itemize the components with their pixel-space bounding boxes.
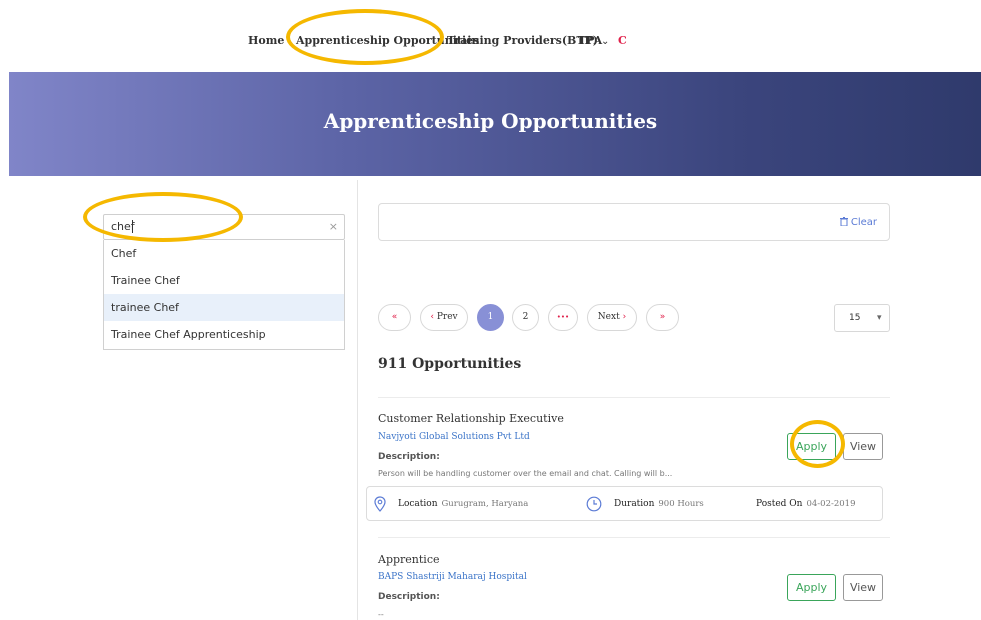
duration-field: Duration 900 Hours (614, 499, 704, 509)
double-right-icon: » (659, 312, 666, 322)
trash-icon (839, 217, 848, 227)
highlight-circle-search (83, 192, 243, 242)
posted-field: Posted On 04-02-2019 (756, 499, 855, 509)
duration-value: 900 Hours (658, 499, 704, 509)
view-button[interactable]: View (843, 574, 883, 601)
apply-button[interactable]: Apply (787, 574, 836, 601)
description-label: Description: (378, 452, 440, 462)
divider (378, 397, 890, 398)
nav-item-partial[interactable]: C (618, 34, 627, 47)
suggestion-item[interactable]: Trainee Chef Apprenticeship (104, 321, 344, 348)
posted-value: 04-02-2019 (806, 499, 856, 509)
chevron-left-icon: ‹ (430, 312, 434, 322)
page-title: Apprenticeship Opportunities (323, 109, 658, 133)
location-field: Location Gurugram, Haryana (398, 499, 528, 509)
company-link[interactable]: BAPS Shastriji Maharaj Hospital (378, 572, 527, 582)
column-divider (357, 180, 358, 620)
clear-search-icon[interactable]: × (329, 220, 338, 233)
first-page-button[interactable]: « (378, 304, 411, 331)
divider (378, 537, 890, 538)
chevron-right-icon: › (622, 312, 627, 322)
location-pin-icon (374, 496, 386, 512)
last-page-button[interactable]: » (646, 304, 679, 331)
description-text: Person will be handling customer over th… (378, 469, 673, 478)
double-left-icon: « (391, 312, 398, 322)
job-title[interactable]: Apprentice (378, 553, 440, 566)
next-label: Next (597, 312, 620, 322)
nav-home[interactable]: Home (248, 34, 284, 47)
view-button[interactable]: View (843, 433, 883, 460)
duration-label: Duration (614, 499, 655, 509)
prev-label: Prev (436, 312, 458, 322)
suggestion-item[interactable]: Chef (104, 240, 344, 267)
highlight-circle-apply (790, 420, 845, 468)
location-label: Location (398, 499, 438, 509)
description-label: Description: (378, 592, 440, 602)
clear-label: Clear (850, 217, 877, 228)
next-page-button[interactable]: Next › (587, 304, 637, 331)
dropdown-arrow-icon: ▾ (877, 313, 882, 323)
chevron-down-icon: ⌄ (601, 36, 610, 47)
per-page-value: 15 (849, 313, 861, 323)
job-title[interactable]: Customer Relationship Executive (378, 412, 564, 425)
suggestion-item-highlighted[interactable]: trainee Chef (104, 294, 344, 321)
autocomplete-dropdown: Chef Trainee Chef trainee Chef Trainee C… (103, 240, 345, 350)
posted-label: Posted On (756, 499, 803, 509)
more-pages-button[interactable]: ••• (548, 304, 578, 331)
page-button-1[interactable]: 1 (477, 304, 504, 331)
location-value: Gurugram, Haryana (441, 499, 529, 509)
more-icon: ••• (556, 313, 570, 321)
clock-icon (586, 496, 602, 512)
job-meta-box: Location Gurugram, Haryana Duration 900 Ho… (366, 486, 883, 521)
company-link[interactable]: Navjyoti Global Solutions Pvt Ltd (378, 432, 530, 442)
per-page-select[interactable]: 15 ▾ (834, 304, 890, 332)
nav-tpa[interactable]: TPA (578, 34, 602, 47)
nav-training-providers-label: Training Providers(BTP) (447, 34, 598, 47)
suggestion-item[interactable]: Trainee Chef (104, 267, 344, 294)
prev-page-button[interactable]: ‹ Prev (420, 304, 468, 331)
description-text: -- (378, 610, 384, 619)
page-button-2[interactable]: 2 (512, 304, 539, 331)
filter-bar: Clear (378, 203, 890, 241)
highlight-circle-nav (286, 9, 444, 65)
clear-filters-button[interactable]: Clear (839, 217, 877, 228)
results-count: 911 Opportunities (378, 356, 522, 372)
